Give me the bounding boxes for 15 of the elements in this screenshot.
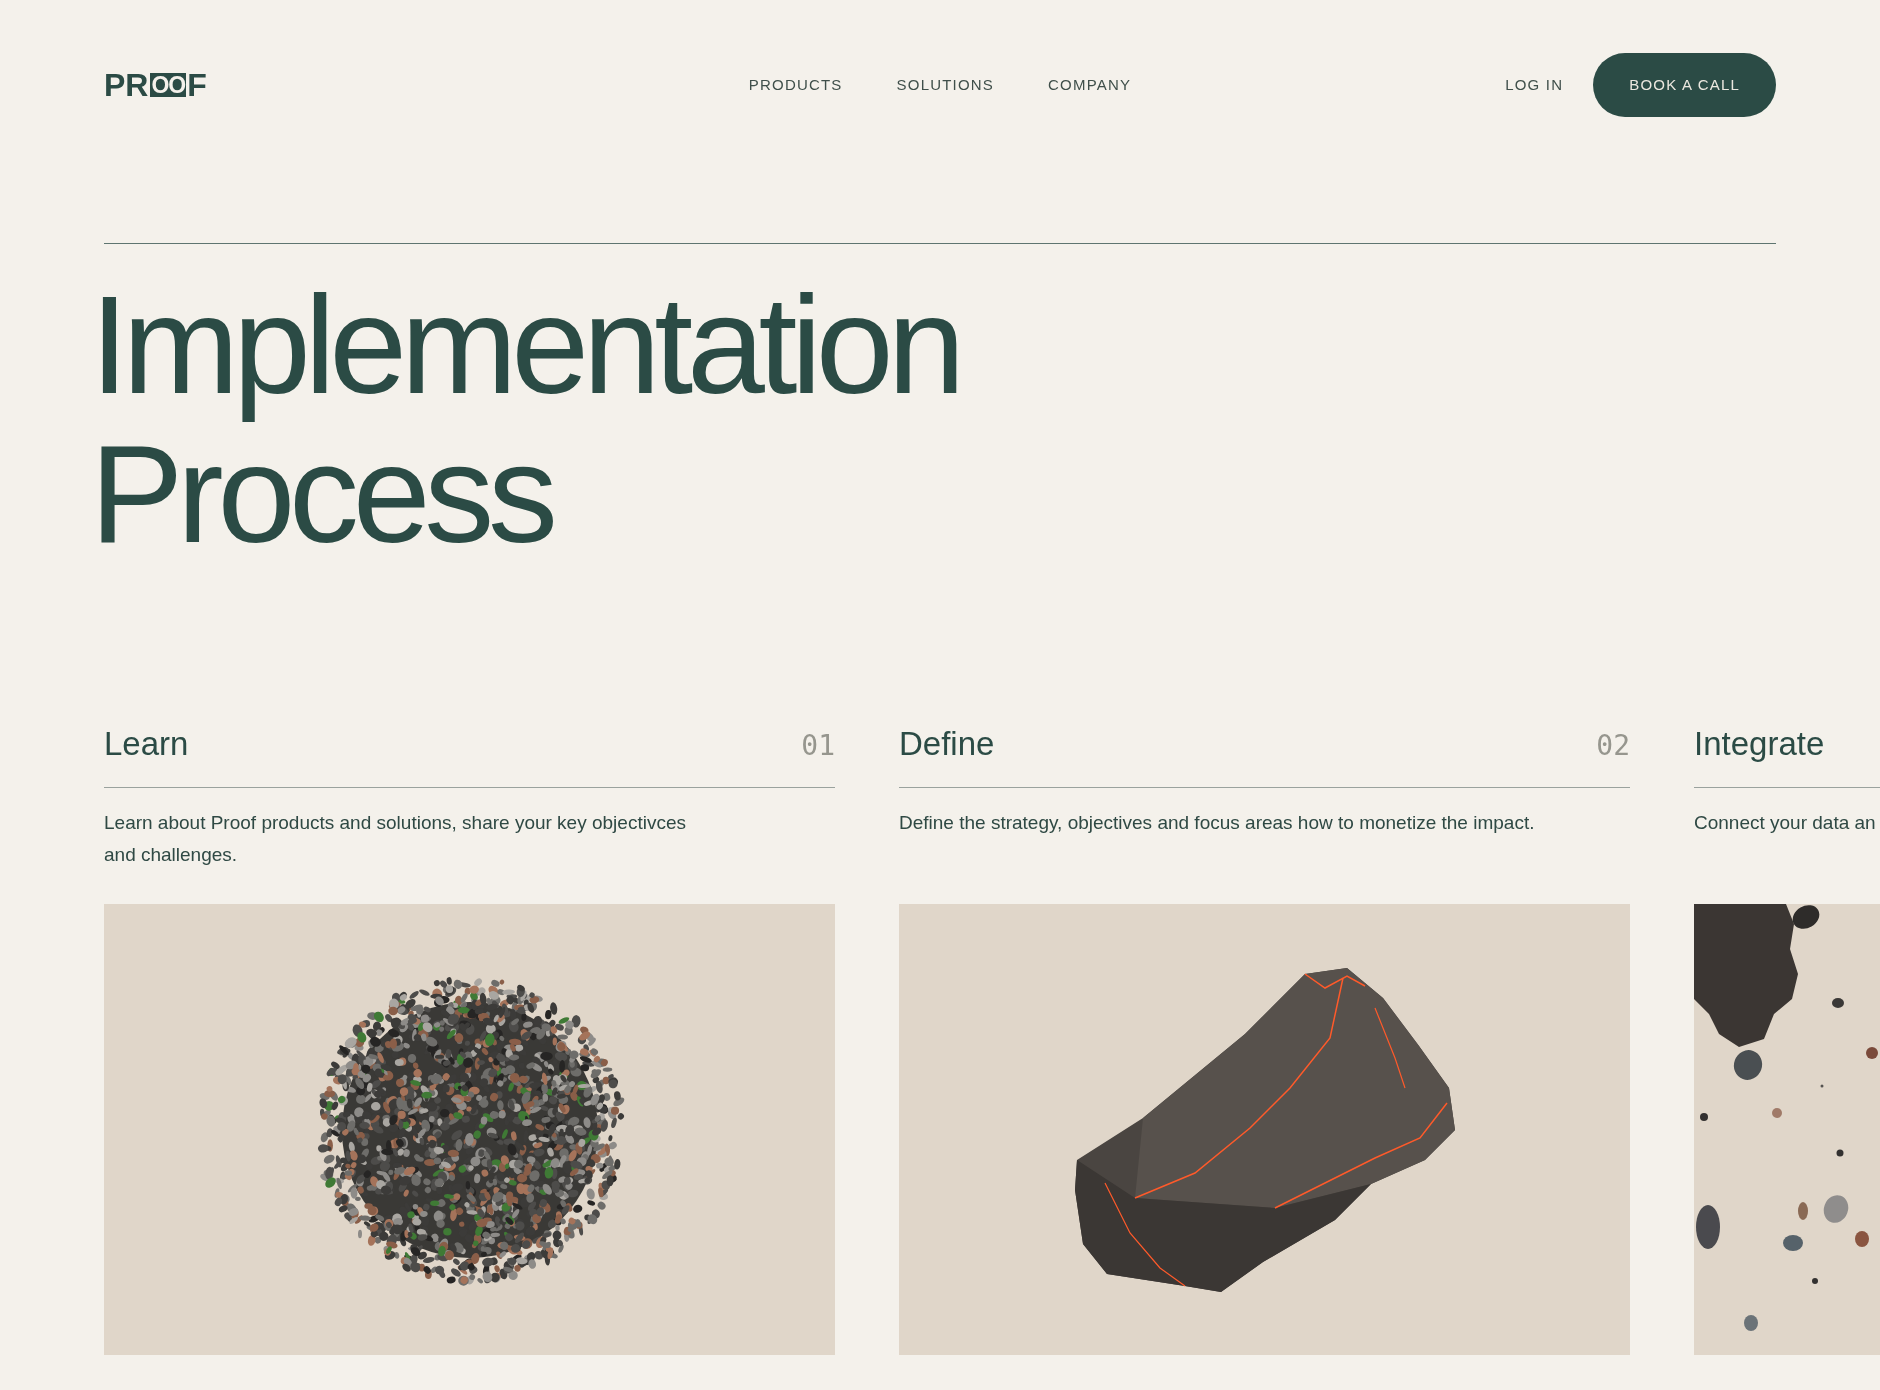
- login-link[interactable]: LOG IN: [1505, 73, 1564, 97]
- page-heading: Implementation Process: [90, 270, 960, 568]
- brand-logo[interactable]: PROOF: [104, 69, 207, 101]
- step-description: Learn about Proof products and solutions, share your key objectivces and challenges.: [104, 811, 687, 867]
- nav-link[interactable]: COMPANY: [1048, 73, 1132, 97]
- step-title: Integrate: [1694, 724, 1825, 764]
- step-description: Define the strategy, objectives and focus areas how to monetize the impact.: [899, 811, 1536, 835]
- nav-link[interactable]: SOLUTIONS: [896, 73, 995, 97]
- nav-link[interactable]: PRODUCTS: [748, 73, 843, 97]
- book-call-button[interactable]: BOOK A CALL: [1593, 53, 1776, 117]
- step-title: Define: [899, 724, 995, 764]
- step-number: 02: [1596, 728, 1630, 764]
- step-description: Connect your data an: [1694, 811, 1877, 835]
- step-title: Learn: [104, 724, 189, 764]
- step-number: 01: [801, 728, 835, 764]
